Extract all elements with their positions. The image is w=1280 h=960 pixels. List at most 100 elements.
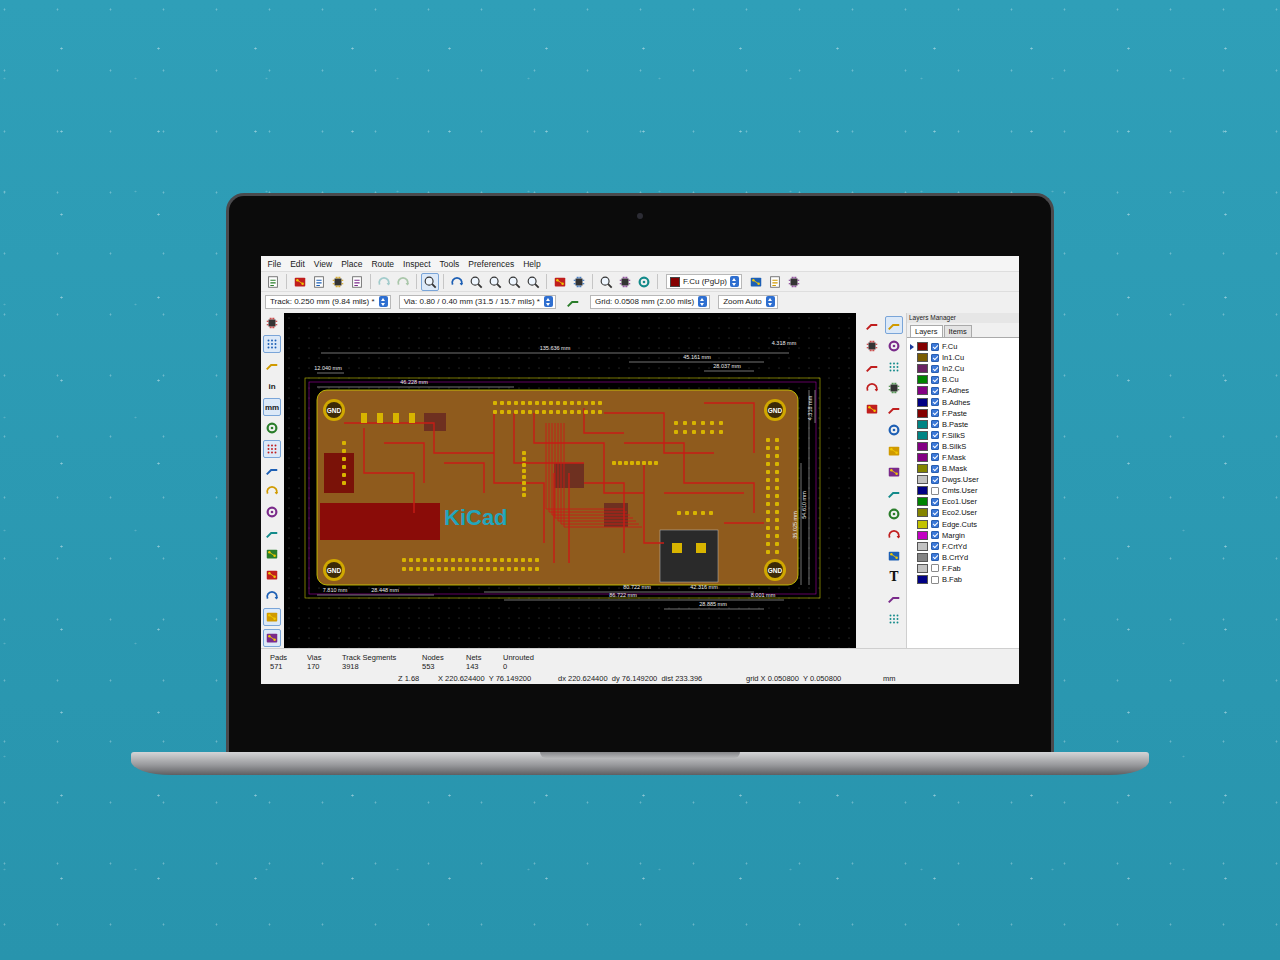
toolbar-button[interactable] bbox=[291, 273, 309, 291]
layer-row[interactable]: F.Fab bbox=[907, 563, 1019, 574]
layer-row[interactable]: B.SilkS bbox=[907, 441, 1019, 452]
microwave-tool-button[interactable] bbox=[863, 400, 881, 418]
toolbar-button[interactable] bbox=[310, 273, 328, 291]
layer-row[interactable]: Dwgs.User bbox=[907, 474, 1019, 485]
visibility-checkbox[interactable] bbox=[931, 520, 939, 528]
drawing-tool-button[interactable] bbox=[885, 526, 903, 544]
drawing-tool-button[interactable] bbox=[885, 358, 903, 376]
layer-row[interactable]: Eco2.User bbox=[907, 507, 1019, 518]
layer-row[interactable]: F.Mask bbox=[907, 452, 1019, 463]
left-tool-button[interactable] bbox=[263, 440, 281, 458]
toolbar-button[interactable] bbox=[348, 273, 366, 291]
visibility-checkbox[interactable] bbox=[931, 453, 939, 461]
layer-color-swatch[interactable] bbox=[917, 553, 928, 562]
layer-color-swatch[interactable] bbox=[917, 464, 928, 473]
visibility-checkbox[interactable] bbox=[931, 553, 939, 561]
layer-select[interactable]: F.Cu (PgUp) bbox=[666, 274, 742, 289]
toolbar-button[interactable] bbox=[421, 273, 439, 291]
drawing-tool-button[interactable] bbox=[885, 505, 903, 523]
drawing-tool-button[interactable] bbox=[885, 484, 903, 502]
layer-color-swatch[interactable] bbox=[917, 386, 928, 395]
toolbar-button[interactable] bbox=[467, 273, 485, 291]
left-tool-button[interactable] bbox=[263, 419, 281, 437]
microwave-tool-button[interactable] bbox=[863, 316, 881, 334]
visibility-checkbox[interactable] bbox=[931, 365, 939, 373]
visibility-checkbox[interactable] bbox=[931, 376, 939, 384]
drawing-tool-button[interactable] bbox=[885, 379, 903, 397]
grid-select[interactable]: Grid: 0.0508 mm (2.00 mils) bbox=[590, 295, 710, 309]
layer-color-swatch[interactable] bbox=[917, 486, 928, 495]
toolbar-button[interactable] bbox=[747, 273, 765, 291]
toolbar-button[interactable] bbox=[448, 273, 466, 291]
left-tool-button[interactable] bbox=[263, 545, 281, 563]
microwave-tool-button[interactable] bbox=[863, 337, 881, 355]
left-tool-button[interactable] bbox=[263, 461, 281, 479]
layer-color-swatch[interactable] bbox=[917, 542, 928, 551]
layer-row[interactable]: F.Cu bbox=[907, 341, 1019, 352]
layer-row[interactable]: In1.Cu bbox=[907, 352, 1019, 363]
drawing-tool-button[interactable] bbox=[885, 337, 903, 355]
left-tool-button[interactable]: in bbox=[263, 377, 281, 395]
left-tool-button[interactable] bbox=[263, 356, 281, 374]
toolbar-button[interactable] bbox=[635, 273, 653, 291]
pcb-canvas[interactable]: 135.636 mm45.161 mm28.037 mm4.318 mm12.0… bbox=[284, 313, 856, 648]
menu-item[interactable]: Place bbox=[337, 259, 367, 269]
left-tool-button[interactable]: mm bbox=[263, 398, 281, 416]
toolbar-button[interactable] bbox=[329, 273, 347, 291]
toolbar-button[interactable] bbox=[597, 273, 615, 291]
layer-color-swatch[interactable] bbox=[917, 398, 928, 407]
layer-row[interactable]: F.Paste bbox=[907, 408, 1019, 419]
visibility-checkbox[interactable] bbox=[931, 420, 939, 428]
toolbar-button[interactable] bbox=[616, 273, 634, 291]
layer-row[interactable]: F.SilkS bbox=[907, 430, 1019, 441]
drawing-tool-button[interactable] bbox=[885, 463, 903, 481]
visibility-checkbox[interactable] bbox=[931, 387, 939, 395]
menu-item[interactable]: Help bbox=[519, 259, 545, 269]
drawing-tool-button[interactable] bbox=[885, 589, 903, 607]
toolbar-button[interactable] bbox=[375, 273, 393, 291]
visibility-checkbox[interactable] bbox=[931, 354, 939, 362]
toolbar-button[interactable] bbox=[524, 273, 542, 291]
microwave-tool-button[interactable] bbox=[863, 358, 881, 376]
layer-row[interactable]: B.Mask bbox=[907, 463, 1019, 474]
track-width-select[interactable]: Track: 0.250 mm (9.84 mils) * bbox=[265, 295, 391, 309]
toolbar-button[interactable] bbox=[505, 273, 523, 291]
drawing-tool-button[interactable] bbox=[885, 547, 903, 565]
left-tool-button[interactable] bbox=[263, 608, 281, 626]
layer-color-swatch[interactable] bbox=[917, 442, 928, 451]
layer-color-swatch[interactable] bbox=[917, 564, 928, 573]
left-tool-button[interactable] bbox=[263, 503, 281, 521]
drawing-tool-button[interactable] bbox=[885, 610, 903, 628]
mounting-hole[interactable]: GND bbox=[764, 559, 786, 581]
layer-color-swatch[interactable] bbox=[917, 420, 928, 429]
layer-color-swatch[interactable] bbox=[917, 364, 928, 373]
tab[interactable]: Layers bbox=[910, 325, 943, 337]
layer-color-swatch[interactable] bbox=[917, 475, 928, 484]
left-tool-button[interactable] bbox=[263, 335, 281, 353]
menu-item[interactable]: View bbox=[309, 259, 336, 269]
left-tool-button[interactable] bbox=[263, 566, 281, 584]
toolbar-button[interactable] bbox=[785, 273, 803, 291]
mounting-hole[interactable]: GND bbox=[323, 559, 345, 581]
visibility-checkbox[interactable] bbox=[931, 542, 939, 550]
visibility-checkbox[interactable] bbox=[931, 476, 939, 484]
layer-row[interactable]: F.Adhes bbox=[907, 385, 1019, 396]
zoom-select[interactable]: Zoom Auto bbox=[718, 295, 778, 309]
visibility-checkbox[interactable] bbox=[931, 442, 939, 450]
layer-color-swatch[interactable] bbox=[917, 375, 928, 384]
visibility-checkbox[interactable] bbox=[931, 431, 939, 439]
menu-item[interactable]: Preferences bbox=[464, 259, 519, 269]
drawing-tool-button[interactable] bbox=[885, 316, 903, 334]
left-tool-button[interactable] bbox=[263, 314, 281, 332]
layer-color-swatch[interactable] bbox=[917, 431, 928, 440]
drawing-tool-button[interactable] bbox=[885, 421, 903, 439]
layer-row[interactable]: Margin bbox=[907, 530, 1019, 541]
menu-item[interactable]: File bbox=[263, 259, 286, 269]
layer-row[interactable]: Cmts.User bbox=[907, 485, 1019, 496]
layer-color-swatch[interactable] bbox=[917, 575, 928, 584]
visibility-checkbox[interactable] bbox=[931, 509, 939, 517]
visibility-checkbox[interactable] bbox=[931, 498, 939, 506]
toolbar-button[interactable] bbox=[264, 273, 282, 291]
menu-item[interactable]: Inspect bbox=[399, 259, 435, 269]
layer-row[interactable]: B.Cu bbox=[907, 374, 1019, 385]
